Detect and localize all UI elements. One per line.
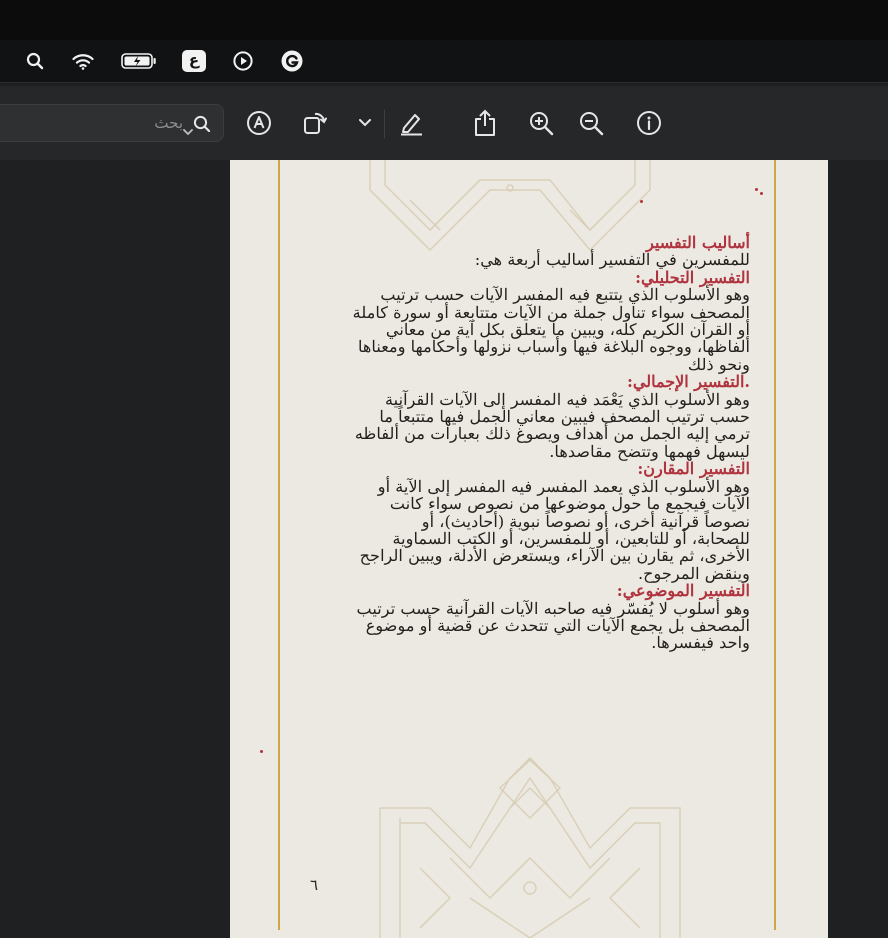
text-line: واحد فيفسرها. xyxy=(651,633,750,653)
text-line: الأخرى، ثم يقارن بين الآراء، ويستعرض الأ… xyxy=(359,546,750,566)
section-heading: .التفسير الإجمالي: xyxy=(626,372,750,392)
bottom-ornament xyxy=(379,757,681,938)
highlight-icon[interactable] xyxy=(396,108,426,138)
text-line: ليسهل فهمها وتتضح مقاصدها. xyxy=(549,441,750,461)
page-speck xyxy=(640,200,643,203)
rotate-icon[interactable] xyxy=(300,108,330,138)
document-page: أساليب التفسير للمفسرين في التفسير أسالي… xyxy=(230,160,828,938)
zoom-in-icon[interactable] xyxy=(526,108,556,138)
section-title: أساليب التفسير xyxy=(646,233,750,252)
preview-toolbar: بحث xyxy=(0,86,888,160)
text-line: ألفاظها، ووجوه البلاغة فيها وأسباب نزوله… xyxy=(357,337,750,357)
toolbar-separator xyxy=(384,110,385,138)
search-icon xyxy=(193,115,211,137)
page-speck xyxy=(760,192,763,195)
wifi-icon[interactable] xyxy=(70,50,96,72)
section-heading: التفسير الموضوعي: xyxy=(616,581,750,601)
search-field[interactable]: بحث xyxy=(0,104,224,142)
text-line: الآيات فيجمع ما حول موضوعها من نصوص سواء… xyxy=(389,494,750,514)
page-border-left xyxy=(278,160,280,930)
text-line: أو القرآن الكريم كله، ويبين ما يتعلق بكل… xyxy=(385,320,750,340)
menu-bar: ع xyxy=(0,40,888,83)
chevron-down-icon[interactable] xyxy=(350,108,380,138)
text-line: نصوصاً قرآنية أخرى، أو نصوصاً نبوية (أحا… xyxy=(421,511,750,531)
page-border-right xyxy=(774,160,776,930)
page-speck xyxy=(260,750,263,753)
document-text: أساليب التفسير للمفسرين في التفسير أسالي… xyxy=(310,234,750,652)
text-line: ونحو ذلك xyxy=(687,354,750,374)
markup-icon[interactable] xyxy=(244,108,274,138)
text-line: للصحابة، أو للتابعين، أو للمفسرين، أو ال… xyxy=(392,528,750,548)
text-line: المصحف بل يجمع الآيات التي تتحدث عن قضية… xyxy=(365,615,750,635)
app-icon[interactable] xyxy=(280,50,304,72)
input-source-label: ع xyxy=(188,51,200,69)
search-placeholder: بحث xyxy=(154,114,183,132)
text-line: وهو الأسلوب الذي يَعْمَد فيه المفسر إلى … xyxy=(385,389,750,409)
chevron-down-icon[interactable] xyxy=(183,121,193,140)
text-line: ترمي إليه الجمل من أهداف ويصوغ ذلك بعبار… xyxy=(354,424,750,444)
zoom-out-icon[interactable] xyxy=(576,108,606,138)
page-number: ٦ xyxy=(310,876,319,894)
page-speck xyxy=(755,188,758,191)
section-heading: التفسير المقارن: xyxy=(637,459,750,479)
battery-icon[interactable] xyxy=(120,50,158,72)
text-line: المصحف سواء تناول جملة من الآيات متتابعة… xyxy=(352,302,750,322)
play-icon[interactable] xyxy=(232,50,254,72)
text-line: وينقض المرجوح. xyxy=(637,563,750,583)
text-line: وهو الأسلوب الذي يتتبع فيه المفسر الآيات… xyxy=(380,285,750,305)
screen-top-bezel xyxy=(0,0,888,40)
text-line: وهو أسلوب لا يُفسّر فيه صاحبه الآيات الق… xyxy=(356,598,750,618)
intro-line: للمفسرين في التفسير أساليب أربعة هي: xyxy=(474,250,750,270)
section-heading: التفسير التحليلي: xyxy=(635,267,750,287)
sidebar-pane xyxy=(0,160,230,938)
right-margin-pane xyxy=(828,160,888,938)
share-icon[interactable] xyxy=(470,108,500,138)
search-icon[interactable] xyxy=(24,50,46,72)
input-source-icon[interactable]: ع xyxy=(182,50,206,72)
info-icon[interactable] xyxy=(634,108,664,138)
text-line: حسب ترتيب المصحف فيبين معاني الجمل فيها … xyxy=(379,407,750,427)
text-line: وهو الأسلوب الذي يعمد المفسر فيه المفسر … xyxy=(377,476,750,496)
